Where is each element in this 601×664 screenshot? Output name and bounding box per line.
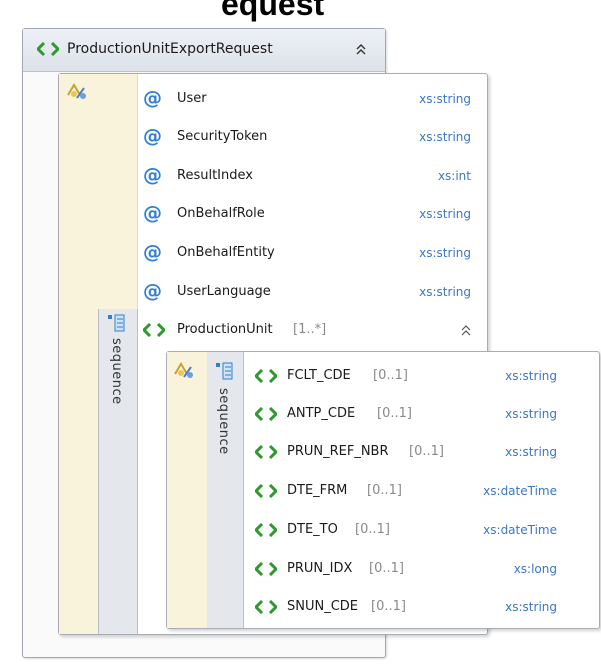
attribute-name: ResultIndex <box>177 168 253 183</box>
child-element-name: PRUN_REF_NBR <box>287 444 389 459</box>
child-element-type: xs:string <box>505 600 557 614</box>
element-icon <box>255 562 277 576</box>
attribute-row[interactable]: @ UserLanguage xs:string <box>143 282 483 302</box>
root-element-name: ProductionUnitExportRequest <box>67 41 273 57</box>
sequence-label: sequence <box>216 388 231 455</box>
heading-fragment: equest <box>0 0 601 22</box>
production-unit-name: ProductionUnit <box>177 322 273 337</box>
child-element-cardinality: [0..1] <box>409 444 444 459</box>
child-element-name: PRUN_IDX <box>287 561 353 576</box>
child-element-row[interactable]: PRUN_IDX [0..1] xs:long <box>255 559 591 579</box>
double-chevron-up-icon[interactable] <box>460 323 472 337</box>
element-icon <box>37 42 59 56</box>
child-element-row[interactable]: DTE_FRM [0..1] xs:dateTime <box>255 481 591 501</box>
attribute-type: xs:string <box>419 130 471 144</box>
child-element-name: SNUN_CDE <box>287 599 359 614</box>
attribute-type: xs:string <box>419 285 471 299</box>
child-element-row[interactable]: DTE_TO [0..1] xs:dateTime <box>255 520 591 540</box>
element-icon <box>255 407 277 421</box>
production-unit-row[interactable]: ProductionUnit [1..*] <box>143 320 483 340</box>
attribute-icon: @ <box>143 164 162 186</box>
sequence-bar: sequence <box>207 352 244 628</box>
child-element-row[interactable]: PRUN_REF_NBR [0..1] xs:string <box>255 442 591 462</box>
heading-fragment-text: equest <box>221 0 325 22</box>
attribute-icon: @ <box>143 125 162 147</box>
element-icon <box>255 600 277 614</box>
child-element-cardinality: [0..1] <box>377 406 412 421</box>
attribute-row[interactable]: @ OnBehalfEntity xs:string <box>143 243 483 263</box>
attribute-group-icon <box>174 362 193 378</box>
child-element-type: xs:string <box>505 445 557 459</box>
child-element-row[interactable]: FCLT_CDE [0..1] xs:string <box>255 366 591 386</box>
double-chevron-up-icon[interactable] <box>355 42 367 56</box>
attribute-name: User <box>177 91 207 106</box>
sequence-icon <box>108 314 125 332</box>
element-icon <box>255 369 277 383</box>
production-unit-type-box: sequence FCLT_CDE [0..1] xs:string ANTP_… <box>166 351 600 629</box>
element-icon <box>143 323 165 337</box>
attributes-strip <box>167 352 208 628</box>
child-element-cardinality: [0..1] <box>369 561 404 576</box>
attribute-icon: @ <box>143 87 162 109</box>
production-unit-cardinality: [1..*] <box>293 322 327 337</box>
attribute-name: UserLanguage <box>177 284 271 299</box>
child-element-cardinality: [0..1] <box>355 522 390 537</box>
attribute-row[interactable]: @ User xs:string <box>143 89 483 109</box>
child-element-name: DTE_TO <box>287 522 338 537</box>
root-element-header[interactable]: ProductionUnitExportRequest <box>23 29 385 72</box>
element-icon <box>255 445 277 459</box>
attribute-type: xs:string <box>419 92 471 106</box>
child-element-name: FCLT_CDE <box>287 368 351 383</box>
child-element-type: xs:string <box>505 369 557 383</box>
child-element-name: ANTP_CDE <box>287 406 356 421</box>
sequence-icon <box>216 362 233 380</box>
child-element-cardinality: [0..1] <box>371 599 406 614</box>
child-element-row[interactable]: SNUN_CDE [0..1] xs:string <box>255 597 591 617</box>
attribute-type: xs:int <box>437 169 471 183</box>
child-element-type: xs:dateTime <box>483 484 557 498</box>
element-icon <box>255 523 277 537</box>
child-element-type: xs:string <box>505 407 557 421</box>
attribute-icon: @ <box>143 202 162 224</box>
attribute-row[interactable]: @ ResultIndex xs:int <box>143 166 483 186</box>
attribute-row[interactable]: @ OnBehalfRole xs:string <box>143 204 483 224</box>
sequence-bar: sequence <box>98 309 138 634</box>
attribute-row[interactable]: @ SecurityToken xs:string <box>143 127 483 147</box>
child-element-cardinality: [0..1] <box>373 368 408 383</box>
attribute-name: OnBehalfRole <box>177 206 265 221</box>
child-element-row[interactable]: ANTP_CDE [0..1] xs:string <box>255 404 591 424</box>
sequence-label: sequence <box>109 338 124 405</box>
child-element-type: xs:dateTime <box>483 523 557 537</box>
attribute-name: OnBehalfEntity <box>177 245 275 260</box>
child-element-type: xs:long <box>513 562 557 576</box>
attribute-type: xs:string <box>419 246 471 260</box>
attribute-group-icon <box>67 83 86 99</box>
child-element-name: DTE_FRM <box>287 483 348 498</box>
attribute-icon: @ <box>143 280 162 302</box>
attribute-icon: @ <box>143 241 162 263</box>
child-element-cardinality: [0..1] <box>367 483 402 498</box>
element-icon <box>255 484 277 498</box>
attribute-name: SecurityToken <box>177 129 268 144</box>
attribute-type: xs:string <box>419 207 471 221</box>
